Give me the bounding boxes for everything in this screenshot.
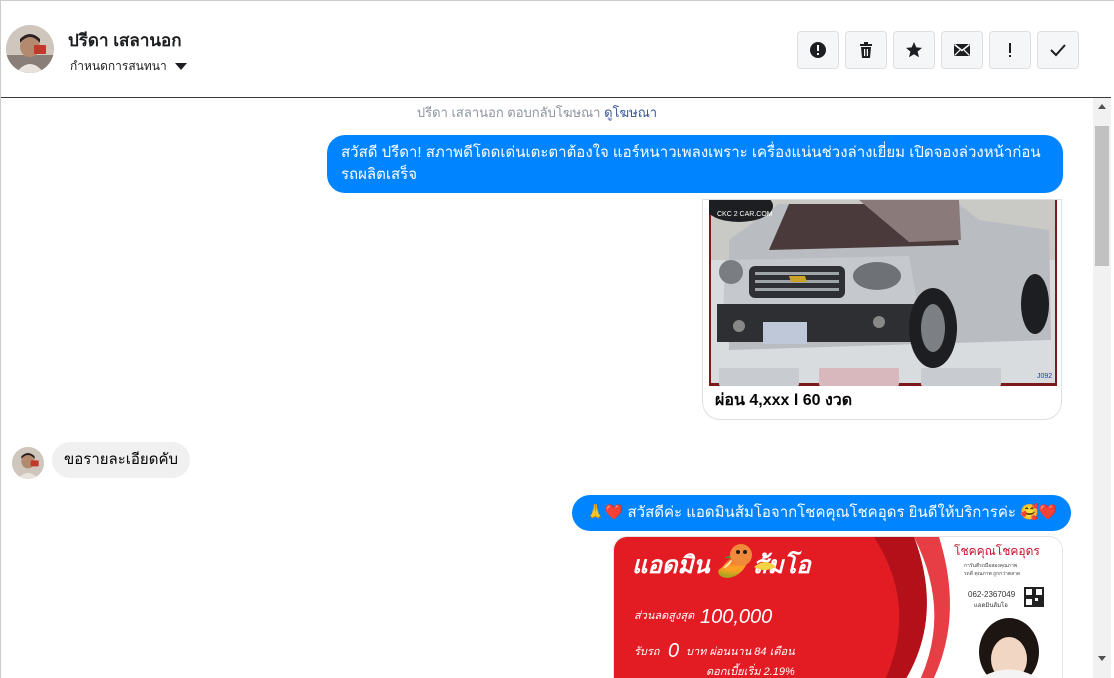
contact-name: ปรีดา เสลานอก [68, 31, 182, 50]
mark-important-button[interactable] [989, 31, 1031, 69]
promo-title: แอดมิน 🥭 ส้มโอ [632, 550, 812, 579]
incoming-message[interactable]: ขอรายละเอียดคับ [52, 442, 191, 478]
vehicle-card-caption: ผ่อน 4,xxx l 60 งวด [715, 392, 853, 409]
view-ad-link[interactable]: ดูโฆษณา [604, 105, 657, 120]
vehicle-card[interactable]: CKC 2 CAR.COM J092 ผ่อน 4,xxx l 60 งวด [702, 199, 1062, 420]
scroll-up-icon[interactable] [1098, 104, 1106, 109]
messenger-window: ปรีดา เสลานอก กำหนดการสนทนา ปรีดา เสลานอ… [0, 0, 1114, 678]
promo-down-tail: บาท ผ่อนนาน 84 เดือน [686, 645, 795, 658]
scrollbar[interactable] [1093, 98, 1111, 678]
chevron-down-icon [174, 63, 187, 70]
conversation-settings-dropdown[interactable]: กำหนดการสนทนา [70, 57, 187, 76]
promo-phone: 062-2367049 [968, 590, 1016, 599]
mark-done-button[interactable] [1037, 31, 1079, 69]
promo-phone-label: แอดมินส้มโอ [974, 601, 1008, 609]
scrollbar-thumb[interactable] [1095, 126, 1109, 266]
exclamation-icon [1009, 43, 1011, 57]
scroll-down-icon[interactable] [1098, 656, 1106, 661]
promo-brand: โชคคุณโชคอุดร [954, 544, 1040, 559]
promo-discount-label: ส่วนลดสูงสุด [634, 610, 695, 622]
vehicle-image[interactable]: CKC 2 CAR.COM J092 [709, 200, 1057, 386]
dealer-watermark: CKC 2 CAR.COM [717, 211, 773, 218]
contact-avatar[interactable] [12, 447, 44, 479]
ad-reply-notice: ปรีดา เสลานอก ตอบกลับโฆษณา ดูโฆษณา [1, 102, 1073, 123]
conversation-settings-label: กำหนดการสนทนา [70, 59, 167, 73]
stock-code: J092 [1037, 373, 1052, 380]
report-button[interactable] [797, 31, 839, 69]
alert-circle-icon [810, 42, 826, 58]
message-thread[interactable]: ปรีดา เสลานอก ตอบกลับโฆษณา ดูโฆษณา สวัสด… [1, 98, 1093, 678]
promo-down-label: รับรถ [634, 646, 661, 658]
promo-discount-value: 100,000 [700, 606, 772, 628]
check-icon [1050, 44, 1066, 57]
star-icon [906, 42, 922, 58]
mark-unread-button[interactable] [941, 31, 983, 69]
trash-icon [860, 42, 872, 58]
message-text: 🙏❤️ สวัสดีค่ะ แอดมินส้มโอจากโชคคุณโชคอุด… [586, 504, 1058, 521]
message-text: ขอรายละเอียดคับ [64, 451, 179, 468]
promo-image[interactable]: แอดมิน 🥭 ส้มโอ ส่วนลดสูงสุด 100,000 รับร… [613, 536, 1063, 678]
promo-down-value: 0 [668, 640, 679, 662]
conversation-header: ปรีดา เสลานอก กำหนดการสนทนา [1, 1, 1111, 98]
header-actions [797, 31, 1079, 69]
delete-button[interactable] [845, 31, 887, 69]
message-text: สวัสดี ปรีดา! สภาพดีโดดเด่นเตะตาต้องใจ แ… [341, 144, 1041, 183]
star-button[interactable] [893, 31, 935, 69]
ad-reply-text: ปรีดา เสลานอก ตอบกลับโฆษณา [416, 105, 601, 120]
avatar[interactable] [6, 25, 54, 73]
outgoing-message[interactable]: สวัสดี ปรีดา! สภาพดีโดดเด่นเตะตาต้องใจ แ… [327, 135, 1063, 193]
envelope-icon [954, 43, 970, 56]
promo-more: ดอกเบี้ยเริ่ม 2.19% [706, 663, 795, 678]
outgoing-message[interactable]: 🙏❤️ สวัสดีค่ะ แอดมินส้มโอจากโชคคุณโชคอุด… [572, 495, 1072, 531]
promo-brand-sub: การันตีรถมือสองคุณภาพ [964, 562, 1017, 569]
promo-brand-sub2: รถดี คุณภาพ ถูกกว่าตลาด [964, 570, 1020, 577]
